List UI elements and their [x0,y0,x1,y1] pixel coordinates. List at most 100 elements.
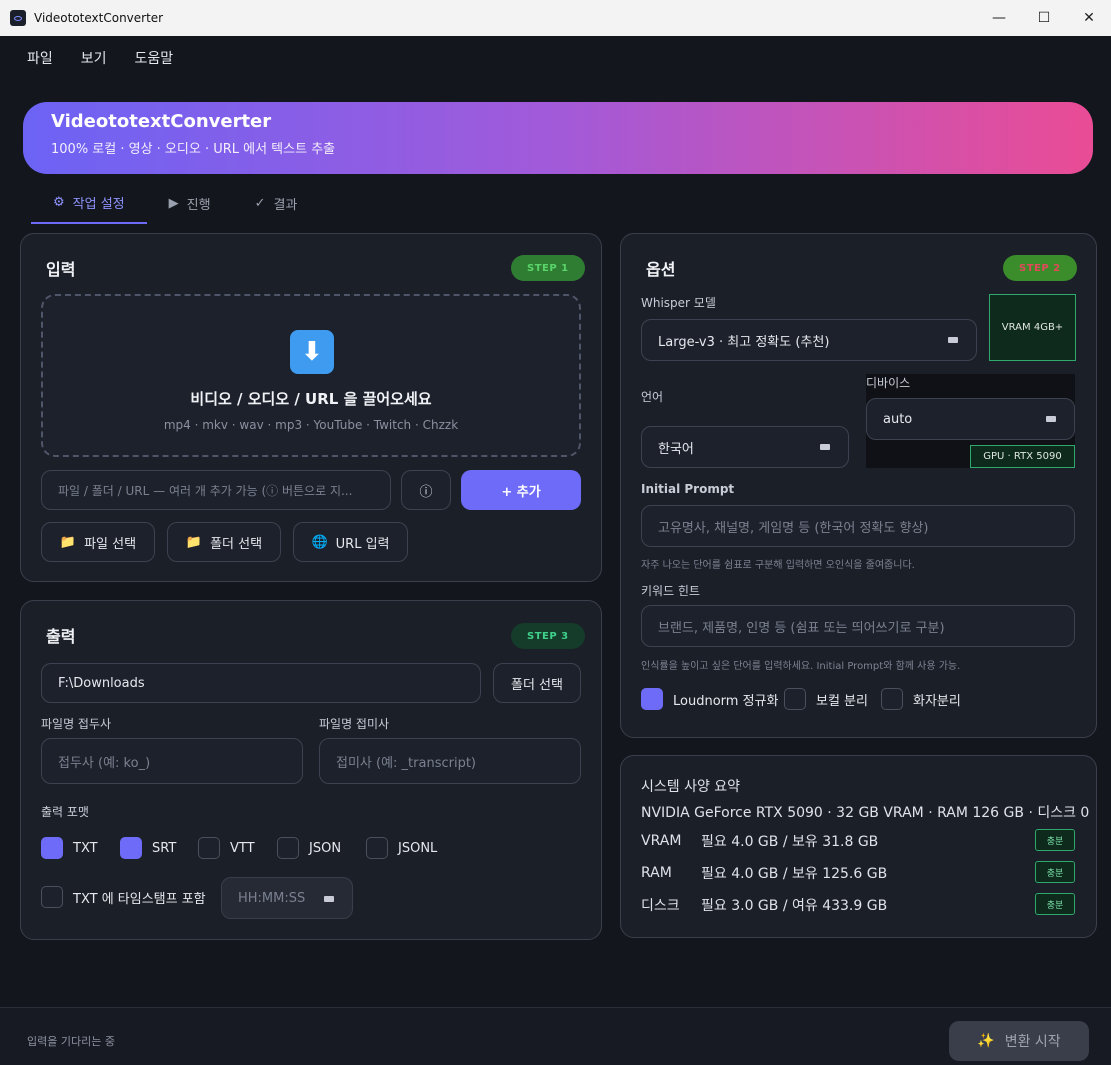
select-value: Large-v3 · 최고 정확도 (추천) [658,334,830,350]
speaker-diarization-checkbox[interactable]: 화자분리 [881,688,961,710]
select-value: 한국어 [658,441,694,457]
menu-view[interactable]: 보기 [81,48,107,68]
tab-label: 진행 [186,197,211,213]
row-value: 필요 3.0 GB / 여유 433.9 GB [701,898,888,914]
banner-subtitle: 100% 로컬 · 영상 · 오디오 · URL 에서 텍스트 추출 [51,142,336,157]
info-icon: ⓘ [419,484,433,500]
input-title: 입력 [46,260,76,279]
footer-bar: 입력을 기다리는 중 ✨ 변환 시작 [0,1007,1111,1065]
output-card: 출력 STEP 3 F:\Downloads 폴더 선택 파일명 접두사 파일명… [20,600,602,940]
format-srt-checkbox[interactable]: SRT [120,837,176,859]
gear-icon: ⚙ [53,194,65,210]
tab-label: 작업 설정 [72,196,125,212]
select-file-button[interactable]: 📁 파일 선택 [41,522,155,562]
select-value: HH:MM:SS [238,890,306,906]
loudnorm-checkbox[interactable]: Loudnorm 정규화 [641,688,778,710]
menu-help[interactable]: 도움말 [135,48,174,68]
vocal-separation-checkbox[interactable]: 보컬 분리 [784,688,868,710]
checkbox-label: JSONL [398,840,438,856]
format-vtt-checkbox[interactable]: VTT [198,837,255,859]
output-folder-button[interactable]: 폴더 선택 [493,663,581,703]
url-input-button[interactable]: 🌐 URL 입력 [293,522,408,562]
tab-progress[interactable]: ▶ 진행 [147,182,233,224]
format-json-checkbox[interactable]: JSON [277,837,341,859]
chevron-down-icon [1046,416,1056,422]
input-card: 입력 STEP 1 ⬇ 비디오 / 오디오 / URL 을 끌어오세요 mp4 … [20,233,602,582]
checkbox-label: TXT [73,840,98,856]
checkbox-box [41,837,63,859]
checkbox-box [277,837,299,859]
tab-bar: ⚙ 작업 설정 ▶ 진행 ✓ 결과 [31,182,319,224]
format-label: 출력 포맷 [41,805,89,819]
title-bar: VideototextConverter — ☐ ✕ [0,0,1111,36]
status-badge: 충분 [1035,861,1075,883]
system-card: 시스템 사양 요약 NVIDIA GeForce RTX 5090 · 32 G… [620,755,1097,938]
format-jsonl-checkbox[interactable]: JSONL [366,837,437,859]
download-arrow-icon: ⬇ [290,330,334,374]
window-title: VideototextConverter [34,11,164,25]
select-value: auto [883,411,913,427]
checkbox-box [784,688,806,710]
row-value: 필요 4.0 GB / 보유 31.8 GB [701,834,879,850]
output-title: 출력 [46,627,76,646]
options-title: 옵션 [646,260,676,279]
drop-zone-title: 비디오 / 오디오 / URL 을 끌어오세요 [190,390,432,408]
add-button[interactable]: + 추가 [461,470,581,510]
path-input[interactable]: 파일 / 폴더 / URL — 여러 개 추가 가능 (ⓘ 버튼으로 지... [41,470,391,510]
minimize-button[interactable]: — [976,0,1022,36]
checkbox-box [641,688,663,710]
system-row-ram: RAM 필요 4.0 GB / 보유 125.6 GB [641,861,1077,885]
menu-file[interactable]: 파일 [27,48,53,68]
device-label: 디바이스 [866,376,911,390]
select-folder-button[interactable]: 📁 폴더 선택 [167,522,281,562]
keyword-hint: 인식률을 높이고 싶은 단어를 입력하세요. Initial Prompt와 함… [641,661,961,672]
suffix-input[interactable]: 접미사 (예: _transcript) [319,738,581,784]
tab-settings[interactable]: ⚙ 작업 설정 [31,182,147,224]
chevron-down-icon [820,444,830,450]
row-value: 필요 4.0 GB / 보유 125.6 GB [701,866,888,882]
vram-badge: VRAM 4GB+ [989,294,1076,361]
status-badge: 충분 [1035,829,1075,851]
checkbox-box [881,688,903,710]
chevron-down-icon [948,337,958,343]
suffix-label: 파일명 접미사 [319,717,390,731]
checkbox-label: TXT 에 타임스탬프 포함 [73,891,206,907]
tab-label: 결과 [273,197,298,213]
drop-zone-formats: mp4 · mkv · wav · mp3 · YouTube · Twitch… [163,418,459,432]
checkbox-label: JSON [309,840,342,856]
system-summary: NVIDIA GeForce RTX 5090 · 32 GB VRAM · R… [641,805,1090,821]
gpu-badge: GPU · RTX 5090 [970,445,1075,468]
checkbox-box [198,837,220,859]
output-folder-input[interactable]: F:\Downloads [41,663,481,703]
checkbox-label: 화자분리 [913,693,961,709]
language-select[interactable]: 한국어 [641,426,849,468]
sparkle-icon: ✨ [977,1033,995,1049]
step-badge: STEP 3 [511,623,585,649]
keyword-input[interactable]: 브랜드, 제품명, 인명 등 (쉼표 또는 띄어쓰기로 구분) [641,605,1075,647]
menu-bar: 파일 보기 도움말 [0,36,1111,80]
start-convert-button[interactable]: ✨ 변환 시작 [949,1021,1089,1061]
format-txt-checkbox[interactable]: TXT [41,837,98,859]
tab-result[interactable]: ✓ 결과 [233,182,320,224]
timestamp-checkbox[interactable]: TXT 에 타임스탬프 포함 [41,886,206,908]
prompt-input[interactable]: 고유명사, 채널명, 게임명 등 (한국어 정확도 향상) [641,505,1075,547]
button-label: 변환 시작 [1004,1034,1061,1050]
step-badge: STEP 1 [511,255,585,281]
prompt-hint: 자주 나오는 단어를 쉼표로 구분해 입력하면 오인식을 줄여줍니다. [641,560,915,571]
button-label: URL 입력 [335,536,390,552]
globe-icon: 🌐 [311,534,328,550]
drop-zone[interactable]: ⬇ 비디오 / 오디오 / URL 을 끌어오세요 mp4 · mkv · wa… [41,294,581,457]
device-select[interactable]: auto [866,398,1075,440]
prompt-label: Initial Prompt [641,482,735,496]
checkbox-label: Loudnorm 정규화 [673,693,779,709]
checkbox-label: VTT [230,840,255,856]
banner-title: VideototextConverter [51,111,272,132]
timestamp-format-select[interactable]: HH:MM:SS [221,877,353,919]
status-text: 입력을 기다리는 중 [27,1035,115,1048]
maximize-button[interactable]: ☐ [1021,0,1067,36]
prefix-input[interactable]: 접두사 (예: ko_) [41,738,303,784]
model-select[interactable]: Large-v3 · 최고 정확도 (추천) [641,319,977,361]
checkbox-label: SRT [152,840,177,856]
close-button[interactable]: ✕ [1066,0,1111,36]
info-button[interactable]: ⓘ [401,470,451,510]
